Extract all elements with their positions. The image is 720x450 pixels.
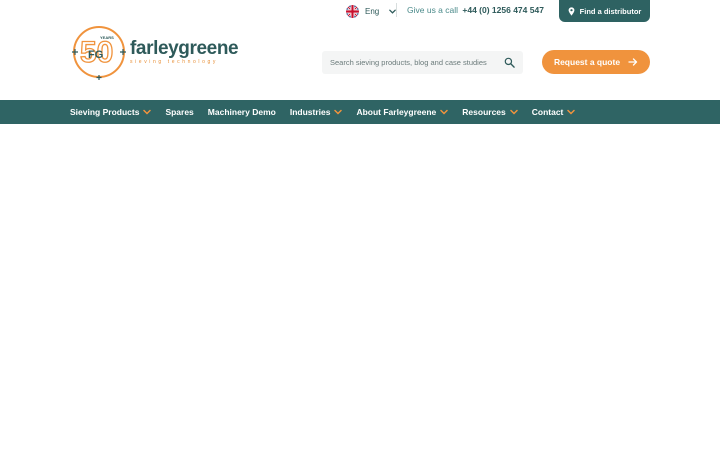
nav-item-label: Sieving Products [70,107,140,117]
language-label: Eng [365,6,380,16]
call-info: Give us a call +44 (0) 1256 474 547 [407,5,544,15]
nav-item-label: Resources [462,107,506,117]
brand-tagline: sieving technology [130,59,218,65]
nav-item-label: Contact [531,107,564,117]
site-logo[interactable]: 50 YEARS FG farleygreene sieving technol… [70,24,246,80]
top-divider [396,3,397,17]
fifty-years-badge-icon: 50 YEARS FG [72,26,126,80]
logo-text: farleygreene sieving technology [130,38,239,65]
location-pin-icon [568,6,575,16]
arrow-right-icon [628,58,638,66]
nav-item-spares[interactable]: Spares [165,107,193,117]
find-distributor-button[interactable]: Find a distributor [559,0,650,22]
badge-years: YEARS [100,35,114,40]
chevron-down-icon [334,109,343,115]
chevron-down-icon [440,109,449,115]
search-input[interactable] [330,58,500,67]
chevron-down-icon [567,109,576,115]
nav-item-industries[interactable]: Industries [290,107,343,117]
nav-item-label: About Farleygreene [356,107,437,117]
nav-item-contact[interactable]: Contact [532,107,576,117]
call-text: Give us a call [407,5,459,15]
search-bar [322,51,523,74]
nav-item-resources[interactable]: Resources [462,107,518,117]
language-selector[interactable]: Eng [346,4,397,18]
nav-item-label: Machinery Demo [207,107,276,117]
top-utility-bar: Eng Give us a call +44 (0) 1256 474 547 … [0,0,720,22]
nav-item-sieving-products[interactable]: Sieving Products [70,107,152,117]
chevron-down-icon [510,109,518,115]
nav-item-label: Industries [289,107,331,117]
chevron-down-icon [143,109,152,115]
nav-item-machinery-demo[interactable]: Machinery Demo [208,107,276,117]
brand-name: farleygreene [130,38,239,59]
uk-flag-icon [346,4,359,18]
nav-list: Sieving Products Spares Machinery Demo I… [70,100,576,124]
request-quote-label: Request a quote [553,57,621,67]
request-quote-button[interactable]: Request a quote [542,50,650,74]
nav-item-label: Spares [165,107,194,117]
search-icon[interactable] [504,57,515,68]
main-navigation: Sieving Products Spares Machinery Demo I… [0,100,720,124]
phone-link[interactable]: +44 (0) 1256 474 547 [462,5,544,15]
badge-initials: FG [88,49,103,61]
find-distributor-label: Find a distributor [579,6,642,16]
nav-item-about[interactable]: About Farleygreene [356,107,449,117]
